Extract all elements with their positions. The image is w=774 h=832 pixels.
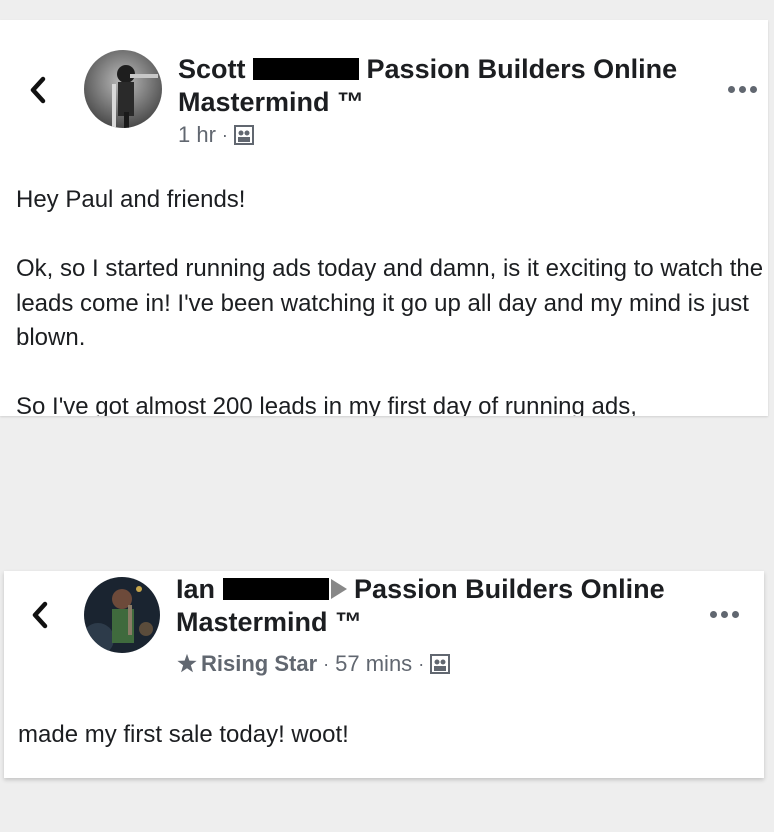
chevron-left-icon — [30, 76, 46, 104]
post-body: Hey Paul and friends! Ok, so I started r… — [16, 183, 764, 416]
rising-star-icon — [177, 653, 197, 673]
redacted-name — [222, 578, 329, 600]
avatar[interactable] — [84, 577, 160, 653]
back-button[interactable] — [18, 70, 58, 110]
separator-dot: · — [323, 653, 330, 674]
post-meta: 1 hr · — [178, 122, 254, 148]
author-name[interactable]: Ian — [176, 574, 215, 604]
chevron-left-icon — [32, 601, 48, 629]
separator-dot: · — [221, 124, 228, 145]
timestamp[interactable]: 57 mins — [335, 651, 412, 677]
post-header-title: Scott Passion Builders Online Mastermind… — [178, 53, 718, 119]
post-text-paragraph: Ok, so I started running ads today and d… — [16, 255, 764, 351]
post-header-title: Ian Passion Builders Online Mastermind ™ — [176, 573, 716, 639]
post-meta: Rising Star · 57 mins · — [176, 651, 451, 677]
post-card: Scott Passion Builders Online Mastermind… — [0, 20, 768, 416]
triangle-right-icon — [330, 579, 347, 599]
avatar[interactable] — [84, 50, 162, 128]
post-text: made my first sale today! woot! — [18, 721, 349, 748]
group-name[interactable]: Passion Builders Online — [354, 574, 665, 604]
more-options-icon[interactable] — [728, 86, 757, 93]
timestamp[interactable]: 1 hr — [178, 122, 216, 148]
member-badge[interactable]: Rising Star — [176, 651, 317, 677]
redacted-name — [253, 58, 360, 80]
back-button[interactable] — [20, 595, 60, 635]
group-members-icon — [233, 125, 254, 145]
author-name[interactable]: Scott — [178, 54, 246, 84]
group-name-line2[interactable]: Mastermind ™ — [178, 87, 364, 117]
more-options-icon[interactable] — [710, 611, 739, 618]
post-card: Ian Passion Builders Online Mastermind ™… — [4, 571, 764, 778]
group-name-line2[interactable]: Mastermind ™ — [176, 607, 362, 637]
badge-label: Rising Star — [201, 651, 318, 676]
group-name[interactable]: Passion Builders Online — [367, 54, 678, 84]
post-text-paragraph: So I've got almost 200 leads in my first… — [16, 393, 637, 416]
post-body: made my first sale today! woot! — [18, 718, 748, 753]
separator-dot: · — [418, 653, 425, 674]
group-members-icon — [430, 654, 451, 674]
post-text-greeting: Hey Paul and friends! — [16, 186, 246, 213]
